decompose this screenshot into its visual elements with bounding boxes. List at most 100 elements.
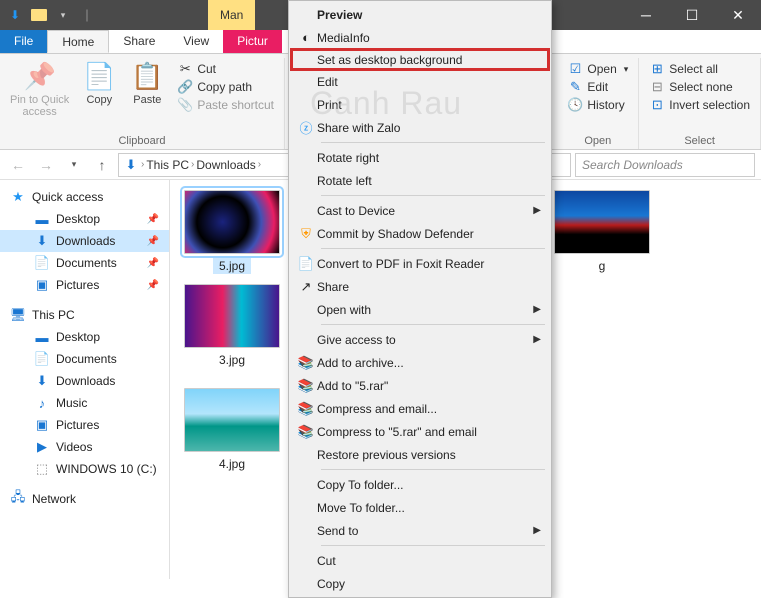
pin-icon: 📌 — [147, 258, 159, 269]
group-label-open: Open — [584, 135, 611, 149]
ctx-cut[interactable]: Cut — [291, 549, 549, 572]
edit-button[interactable]: ✎Edit — [563, 78, 632, 96]
chevron-down-icon[interactable]: ▾ — [52, 4, 74, 26]
select-all-icon: ⊞ — [649, 61, 665, 77]
separator — [321, 142, 545, 143]
dropdown-icon[interactable]: ｜ — [76, 4, 98, 26]
pin-to-quick-access-button[interactable]: 📌 Pin to Quick access — [6, 58, 73, 120]
ctx-copy[interactable]: Copy — [291, 572, 549, 595]
tab-picture-tools[interactable]: Pictur — [223, 30, 282, 53]
chevron-right-icon[interactable]: › — [258, 159, 261, 170]
ctx-set-desktop-background[interactable]: Set as desktop background — [290, 48, 550, 71]
open-button[interactable]: ☑Open▾ — [563, 60, 632, 78]
tab-view[interactable]: View — [169, 30, 223, 53]
chevron-right-icon[interactable]: › — [191, 159, 194, 170]
search-input[interactable]: Search Downloads — [575, 153, 755, 177]
file-thumbnail[interactable]: 4.jpg — [178, 388, 286, 472]
invert-selection-button[interactable]: ⊡Invert selection — [645, 96, 754, 114]
quick-access-toolbar: ⬇ ▾ ｜ — [0, 4, 98, 26]
chevron-right-icon[interactable]: › — [141, 159, 144, 170]
breadcrumb-thispc[interactable]: This PC — [146, 158, 189, 172]
tab-file[interactable]: File — [0, 30, 47, 53]
mediainfo-icon: ◐ — [295, 29, 317, 47]
file-thumbnail[interactable]: 3.jpg — [178, 284, 286, 368]
chevron-right-icon: ▶ — [533, 304, 541, 315]
ctx-add-archive[interactable]: 📚Add to archive... — [291, 351, 549, 374]
folder-icon[interactable] — [28, 4, 50, 26]
sidebar-network[interactable]: 🖧Network — [0, 488, 169, 510]
ctx-copy-to-folder[interactable]: Copy To folder... — [291, 473, 549, 496]
close-button[interactable]: ✕ — [715, 0, 761, 30]
nav-forward-button[interactable]: → — [34, 153, 58, 177]
thumbnail-image — [184, 190, 280, 254]
ctx-mediainfo[interactable]: ◐MediaInfo — [291, 26, 549, 49]
ctx-move-to-folder[interactable]: Move To folder... — [291, 496, 549, 519]
sidebar-pictures[interactable]: ▣Pictures📌 — [0, 274, 169, 296]
paste-icon: 📋 — [131, 60, 163, 92]
ctx-open-with[interactable]: Open with▶ — [291, 298, 549, 321]
pdf-icon: 📄 — [295, 255, 317, 273]
ctx-restore-versions[interactable]: Restore previous versions — [291, 443, 549, 466]
nav-up-button[interactable]: ↑ — [90, 153, 114, 177]
ctx-commit-shadow-defender[interactable]: ⛨Commit by Shadow Defender — [291, 222, 549, 245]
ctx-compress-email[interactable]: 📚Compress and email... — [291, 397, 549, 420]
ctx-compress-rar-email[interactable]: 📚Compress to "5.rar" and email — [291, 420, 549, 443]
file-thumbnail[interactable]: g — [548, 190, 656, 274]
sidebar-pictures-2[interactable]: ▣Pictures — [0, 414, 169, 436]
download-arrow-icon[interactable]: ⬇ — [4, 4, 26, 26]
cut-button[interactable]: ✂Cut — [173, 60, 278, 78]
sidebar-music[interactable]: ♪Music — [0, 392, 169, 414]
ctx-share[interactable]: ↗Share — [291, 275, 549, 298]
copy-button[interactable]: 📄 Copy — [77, 58, 121, 108]
thumbnail-image — [184, 284, 280, 348]
sidebar-quick-access[interactable]: ★Quick access — [0, 186, 169, 208]
chevron-right-icon: ▶ — [533, 525, 541, 536]
file-name: g — [593, 258, 612, 274]
history-button[interactable]: 🕓History — [563, 96, 632, 114]
download-icon: ⬇ — [34, 373, 50, 389]
invert-icon: ⊡ — [649, 97, 665, 113]
share-icon: ↗ — [295, 278, 317, 296]
ctx-preview[interactable]: Preview — [291, 3, 549, 26]
copy-path-button[interactable]: 🔗Copy path — [173, 78, 278, 96]
ctx-give-access[interactable]: Give access to▶ — [291, 328, 549, 351]
chevron-right-icon: ▶ — [533, 205, 541, 216]
minimize-button[interactable]: ─ — [623, 0, 669, 30]
breadcrumb-downloads[interactable]: Downloads — [196, 158, 255, 172]
ctx-edit[interactable]: Edit — [291, 70, 549, 93]
maximize-button[interactable]: ☐ — [669, 0, 715, 30]
ctx-send-to[interactable]: Send to▶ — [291, 519, 549, 542]
separator — [321, 195, 545, 196]
select-none-button[interactable]: ⊟Select none — [645, 78, 754, 96]
paste-button[interactable]: 📋 Paste — [125, 58, 169, 108]
sidebar-desktop[interactable]: ▬Desktop📌 — [0, 208, 169, 230]
tab-home[interactable]: Home — [47, 30, 109, 53]
ctx-rotate-left[interactable]: Rotate left — [291, 169, 549, 192]
file-thumbnail[interactable]: 5.jpg — [178, 190, 286, 274]
sidebar-downloads[interactable]: ⬇Downloads📌 — [0, 230, 169, 252]
sidebar-drive-c[interactable]: ⬚WINDOWS 10 (C:) — [0, 458, 169, 480]
paste-shortcut-button[interactable]: 📎Paste shortcut — [173, 96, 278, 114]
sidebar-videos[interactable]: ▶Videos — [0, 436, 169, 458]
nav-recent-button[interactable]: ▾ — [62, 153, 86, 177]
ctx-rotate-right[interactable]: Rotate right — [291, 146, 549, 169]
sidebar-documents-2[interactable]: 📄Documents — [0, 348, 169, 370]
tab-share[interactable]: Share — [109, 30, 169, 53]
thumbnail-image — [184, 388, 280, 452]
network-icon: 🖧 — [10, 491, 26, 507]
file-name: 4.jpg — [213, 456, 251, 472]
select-all-button[interactable]: ⊞Select all — [645, 60, 754, 78]
sidebar-desktop-2[interactable]: ▬Desktop — [0, 326, 169, 348]
ctx-share-zalo[interactable]: ⓩShare with Zalo — [291, 116, 549, 139]
sidebar-documents[interactable]: 📄Documents📌 — [0, 252, 169, 274]
sidebar-thispc[interactable]: 🖥This PC — [0, 304, 169, 326]
nav-back-button[interactable]: ← — [6, 153, 30, 177]
ribbon-group-clipboard: 📌 Pin to Quick access 📄 Copy 📋 Paste ✂Cu… — [0, 58, 285, 149]
ctx-print[interactable]: Print — [291, 93, 549, 116]
ctx-cast-to-device[interactable]: Cast to Device▶ — [291, 199, 549, 222]
separator — [321, 324, 545, 325]
sidebar-downloads-2[interactable]: ⬇Downloads — [0, 370, 169, 392]
ctx-add-to-rar[interactable]: 📚Add to "5.rar" — [291, 374, 549, 397]
ctx-convert-pdf[interactable]: 📄Convert to PDF in Foxit Reader — [291, 252, 549, 275]
contextual-tab-header: Man — [208, 0, 255, 30]
